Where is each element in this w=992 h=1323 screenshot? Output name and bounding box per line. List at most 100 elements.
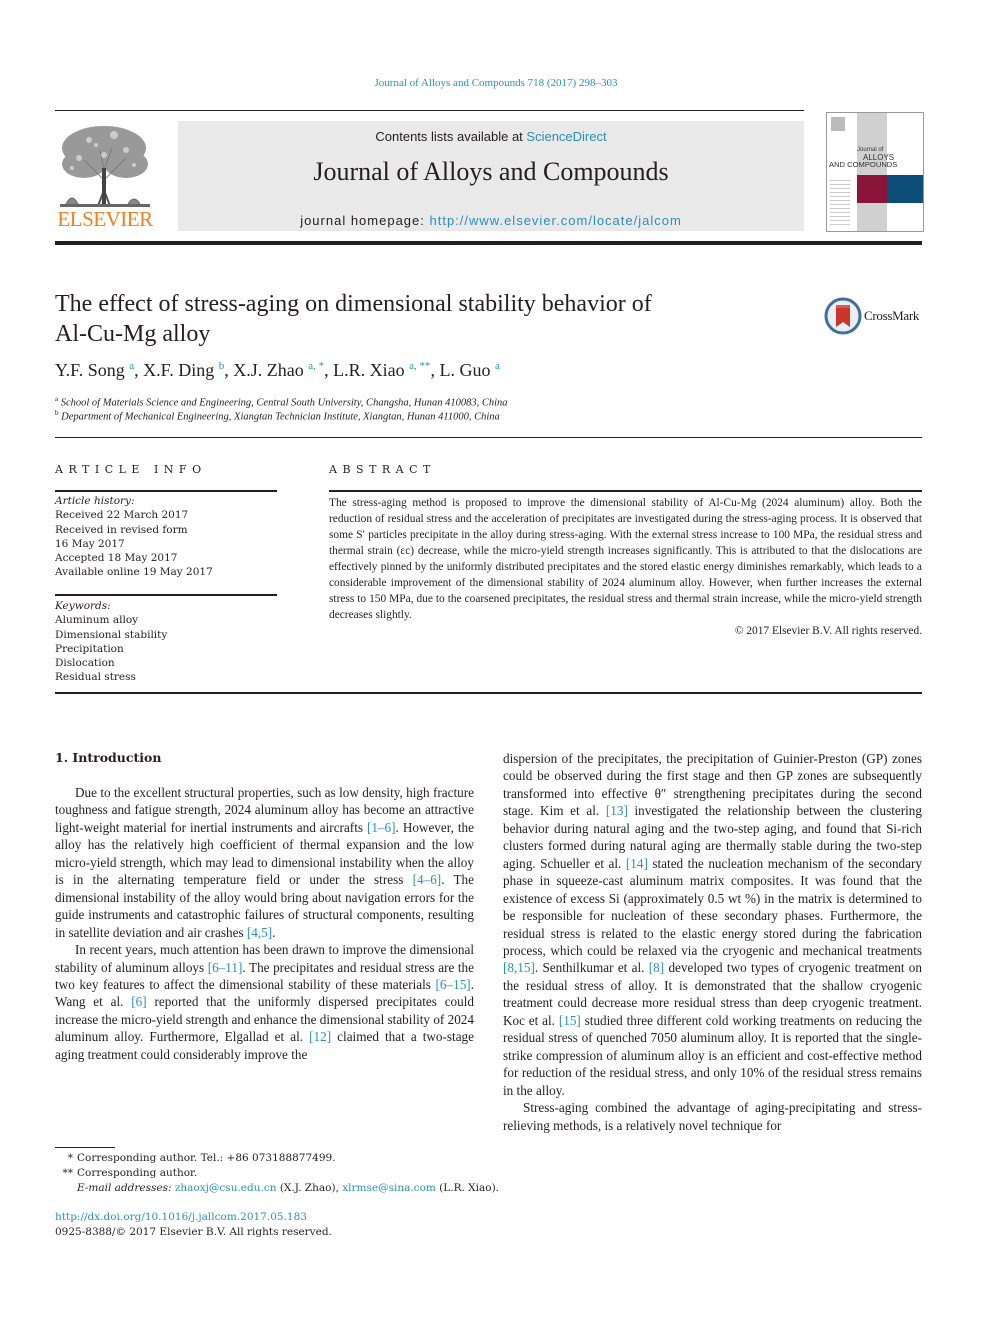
footnote-corresponding-2: ** Corresponding author. (55, 1166, 499, 1181)
author[interactable]: L. Guo a (440, 360, 500, 380)
footnote-emails: E-mail addresses: zhaoxj@csu.edu.cn (X.J… (55, 1181, 499, 1196)
journal-masthead: Contents lists available at ScienceDirec… (178, 121, 804, 231)
paragraph: dispersion of the precipitates, the prec… (503, 750, 922, 1099)
author-name: Y.F. Song (55, 360, 125, 380)
elsevier-logo[interactable]: ELSEVIER (54, 120, 156, 232)
cover-red-block (857, 175, 887, 203)
footnote-mark: * (67, 1152, 73, 1164)
masthead-thick-rule (55, 241, 922, 245)
author[interactable]: L.R. Xiao a, ** (333, 360, 430, 380)
article-history: Article history: Received 22 March 2017 … (55, 494, 277, 580)
citation-link[interactable]: [6–15] (436, 977, 471, 992)
email-owner: (L.R. Xiao). (435, 1182, 500, 1194)
abstract-text: The stress-aging method is proposed to i… (329, 497, 922, 621)
citation-link[interactable]: [4,5] (247, 925, 272, 940)
journal-homepage-line: journal homepage: http://www.elsevier.co… (178, 213, 804, 228)
journal-title: Journal of Alloys and Compounds (313, 157, 669, 186)
article-history-label: Article history: (55, 495, 135, 507)
author-name: X.J. Zhao (233, 360, 304, 380)
affiliation-mark: b (55, 409, 59, 417)
abstract-bottom-rule (55, 692, 922, 694)
footnotes: * Corresponding author. Tel.: +86 0731888… (55, 1151, 500, 1196)
footnote-rule (55, 1147, 115, 1148)
author-separator: , (324, 360, 334, 380)
elsevier-wordmark: ELSEVIER (57, 207, 153, 231)
footnote-corresponding-1: * Corresponding author. Tel.: +86 0731888… (55, 1151, 499, 1166)
author-affiliation-mark[interactable]: a, * (308, 360, 324, 372)
issn-copyright: 0925-8388/© 2017 Elsevier B.V. All right… (55, 1226, 332, 1238)
citation-link[interactable]: [8,15] (503, 960, 535, 975)
keywords-label: Keywords: (55, 600, 111, 612)
contents-available-line: Contents lists available at ScienceDirec… (178, 129, 804, 144)
keyword: Precipitation (55, 642, 124, 655)
email-link-xiao[interactable]: xlrmse@sina.com (342, 1182, 436, 1194)
author-affiliation-mark[interactable]: a, ** (409, 360, 430, 372)
crossmark-button[interactable]: CrossMark (824, 296, 924, 336)
journal-reference-link[interactable]: Journal of Alloys and Compounds 718 (201… (0, 77, 992, 89)
citation-link[interactable]: [12] (309, 1029, 331, 1044)
doi-block: http://dx.doi.org/10.1016/j.jallcom.2017… (55, 1210, 332, 1240)
cover-emblem-icon (831, 117, 845, 131)
paragraph-text: . (272, 924, 276, 940)
history-item: Received in revised form (55, 523, 188, 536)
affiliation-a: a School of Materials Science and Engine… (55, 395, 508, 409)
author-separator: , (430, 360, 440, 380)
paragraph-text: stated the nucleation mechanism of the s… (503, 855, 922, 958)
citation-link[interactable]: [1–6] (367, 820, 396, 835)
paragraph-text: Stress-aging combined the advantage of a… (503, 1100, 922, 1133)
article-title: The effect of stress-aging on dimensiona… (55, 289, 775, 349)
keywords-rule (55, 594, 277, 596)
citation-link[interactable]: [6] (131, 994, 146, 1009)
body-column-left: Due to the excellent structural properti… (55, 784, 474, 1063)
history-item: Accepted 18 May 2017 (55, 552, 178, 565)
keyword: Residual stress (55, 671, 136, 684)
cover-blue-block (887, 175, 923, 203)
paragraph: In recent years, much attention has been… (55, 941, 474, 1063)
homepage-prefix: journal homepage: (300, 213, 430, 228)
journal-cover-thumbnail[interactable]: Journal of ALLOYS AND COMPOUNDS (826, 112, 924, 232)
paragraph: Due to the excellent structural properti… (55, 784, 474, 941)
citation-link[interactable]: [4–6] (413, 872, 442, 887)
elsevier-tree-icon (60, 126, 150, 207)
footnote-text: Corresponding author. Tel.: +86 07318887… (77, 1152, 336, 1164)
email-owner: (X.J. Zhao), (276, 1182, 343, 1194)
footnote-mark: ** (62, 1167, 74, 1179)
citation-link[interactable]: [13] (606, 803, 628, 818)
cover-gray-band (857, 113, 887, 231)
affiliation-text: Department of Mechanical Engineering, Xi… (61, 411, 500, 423)
crossmark-icon (824, 297, 862, 335)
article-title-line-2: Al-Cu-Mg alloy (55, 321, 211, 347)
doi-link[interactable]: http://dx.doi.org/10.1016/j.jallcom.2017… (55, 1210, 332, 1225)
history-item: Received 22 March 2017 (55, 509, 189, 522)
author-list: Y.F. Song a, X.F. Ding b, X.J. Zhao a, *… (55, 360, 500, 381)
author-separator: , (134, 360, 144, 380)
author[interactable]: Y.F. Song a (55, 360, 134, 380)
affiliation-mark: a (55, 395, 59, 403)
affiliation-text: School of Materials Science and Engineer… (60, 397, 508, 409)
article-title-line-1: The effect of stress-aging on dimensiona… (55, 291, 652, 317)
front-matter-divider (55, 437, 922, 438)
author-affiliation-mark[interactable]: a (495, 360, 500, 372)
citation-link[interactable]: [15] (559, 1013, 581, 1028)
keywords: Keywords: Aluminum alloy Dimensional sta… (55, 599, 277, 685)
author-name: L. Guo (439, 360, 491, 380)
keyword: Aluminum alloy (55, 614, 139, 627)
section-heading-introduction: 1. Introduction (55, 750, 162, 765)
email-link-zhao[interactable]: zhaoxj@csu.edu.cn (175, 1182, 277, 1194)
article-info-rule (55, 490, 277, 492)
sciencedirect-link[interactable]: ScienceDirect (526, 129, 606, 144)
citation-link[interactable]: [14] (626, 856, 648, 871)
homepage-link[interactable]: http://www.elsevier.com/locate/jalcom (430, 213, 682, 228)
header-divider (55, 110, 804, 111)
abstract-copyright: © 2017 Elsevier B.V. All rights reserved… (734, 625, 922, 637)
citation-link[interactable]: [6–11] (208, 960, 243, 975)
abstract: The stress-aging method is proposed to i… (329, 495, 922, 639)
author[interactable]: X.J. Zhao a, * (233, 360, 324, 380)
author-name: X.F. Ding (143, 360, 215, 380)
paragraph-text: . Senthilkumar et al. (534, 960, 649, 976)
author-separator: , (224, 360, 234, 380)
history-item: 16 May 2017 (55, 537, 125, 550)
citation-link[interactable]: [8] (649, 960, 664, 975)
author[interactable]: X.F. Ding b (143, 360, 224, 380)
keyword: Dimensional stability (55, 628, 168, 641)
